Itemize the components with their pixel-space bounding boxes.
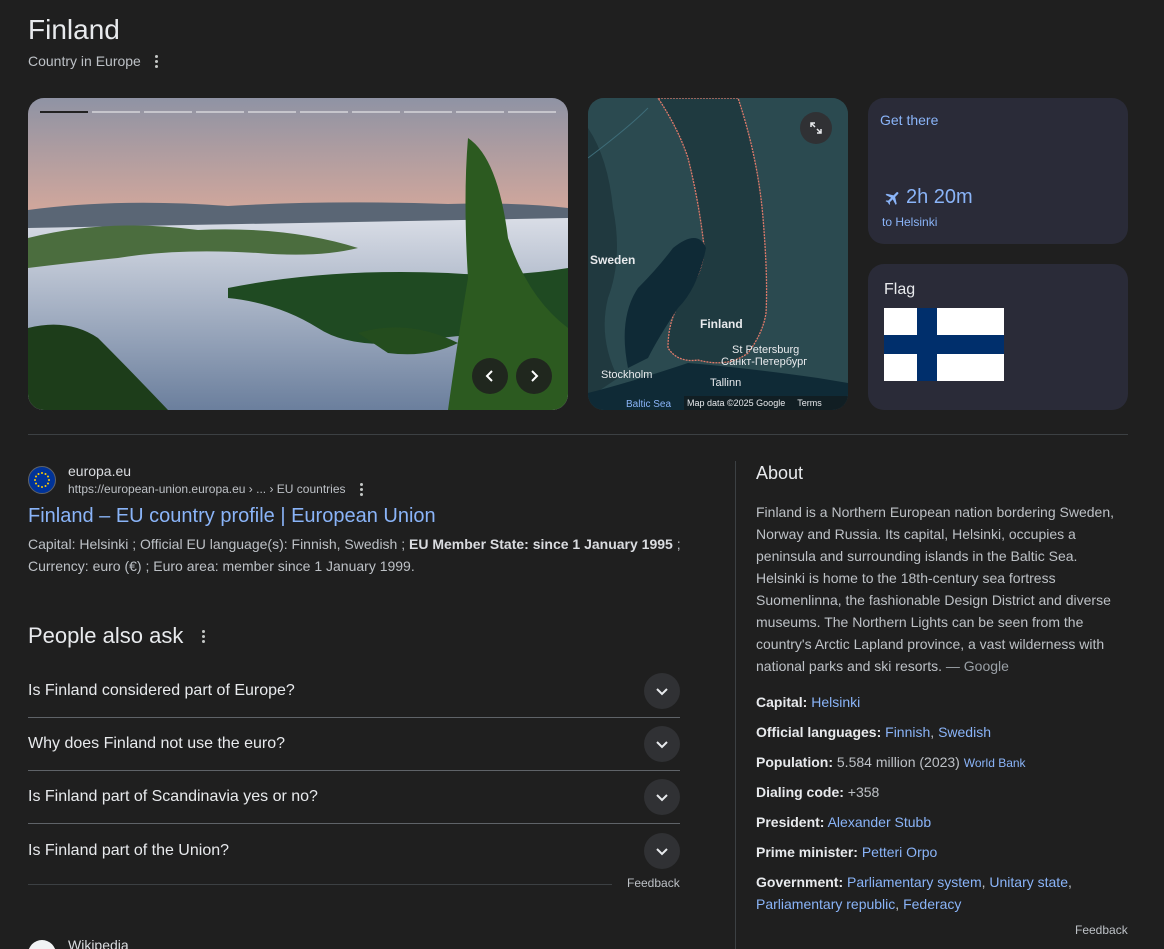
paa-question[interactable]: Is Finland part of Scandinavia yes or no…	[28, 771, 680, 824]
paa-feedback-link[interactable]: Feedback	[627, 876, 680, 890]
map-label-sweden: Sweden	[590, 253, 636, 267]
language-link[interactable]: Finnish	[885, 724, 930, 740]
map-label-baltic: Baltic Sea	[626, 399, 672, 410]
president-link[interactable]: Alexander Stubb	[828, 814, 932, 830]
paa-divider	[28, 884, 612, 885]
snippet-text: Capital: Helsinki ; Official EU language…	[28, 536, 410, 552]
paa-question[interactable]: Why does Finland not use the euro?	[28, 718, 680, 771]
map-attribution: Map data ©2025 Google Terms	[684, 396, 848, 410]
map-label-stpetersburg-ru: Санкт-Петербург	[721, 356, 808, 368]
next-image-button[interactable]	[516, 358, 552, 394]
airplane-icon	[885, 191, 899, 205]
expand-map-button[interactable]	[800, 112, 832, 144]
language-link[interactable]: Swedish	[938, 724, 991, 740]
paa-question-text: Why does Finland not use the euro?	[28, 735, 286, 752]
expand-question-button[interactable]	[644, 673, 680, 709]
result-title-link[interactable]: Finland – EU country profile | European …	[28, 505, 436, 528]
paa-question-text: Is Finland part of Scandinavia yes or no…	[28, 788, 318, 805]
carousel-progress	[40, 111, 556, 113]
fact-label: Dialing code:	[756, 784, 844, 800]
map-label-stockholm: Stockholm	[601, 369, 653, 381]
expand-icon	[810, 122, 822, 134]
fact-population: Population: 5.584 million (2023) World B…	[756, 751, 1026, 774]
result-snippet: Capital: Helsinki ; Official EU language…	[28, 533, 688, 577]
chevron-down-icon	[656, 741, 668, 749]
chevron-down-icon	[656, 794, 668, 802]
government-link[interactable]: Federacy	[903, 896, 961, 912]
fact-government: Government: Parliamentary system, Unitar…	[756, 874, 1072, 912]
paa-question-text: Is Finland part of the Union?	[28, 841, 230, 859]
chevron-down-icon	[656, 847, 668, 855]
page-title: Finland	[28, 14, 120, 45]
paa-heading: People also ask	[28, 623, 184, 648]
flag-label: Flag	[884, 281, 916, 298]
government-link[interactable]: Parliamentary republic	[756, 896, 895, 912]
finland-flag-image	[884, 308, 1004, 381]
column-divider	[735, 461, 736, 949]
fact-label: Government:	[756, 874, 844, 890]
snippet-bold: EU Member State: since 1 January 1995	[409, 536, 673, 552]
about-description: Finland is a Northern European nation bo…	[756, 501, 1124, 677]
paa-question[interactable]: Is Finland part of the Union?	[28, 824, 680, 877]
subtitle-text: Country in Europe	[28, 53, 141, 69]
map-label-stpetersburg: St Petersburg	[732, 344, 800, 356]
wikipedia-favicon-icon[interactable]	[28, 940, 56, 949]
map-terms-link[interactable]: Terms	[797, 398, 822, 408]
more-options-icon[interactable]	[151, 54, 163, 68]
eu-stars-icon	[34, 472, 50, 488]
paa-question-text: Is Finland considered part of Europe?	[28, 682, 295, 699]
paa-header: People also ask	[28, 623, 209, 649]
get-there-label: Get there	[880, 112, 939, 128]
next-result-site-name[interactable]: Wikipedia	[68, 937, 129, 949]
fact-capital: Capital: Helsinki	[756, 691, 860, 713]
prev-image-button[interactable]	[472, 358, 508, 394]
fact-label: Capital:	[756, 694, 808, 710]
expand-question-button[interactable]	[644, 832, 680, 869]
paa-question[interactable]: Is Finland considered part of Europe?	[28, 665, 680, 718]
dialing-value: +358	[847, 784, 880, 800]
about-feedback-link[interactable]: Feedback	[1075, 923, 1128, 937]
duration-text: 2h 20m	[906, 186, 973, 208]
about-description-text: Finland is a Northern European nation bo…	[756, 504, 1115, 674]
get-there-card[interactable]: Get there 2h 20m to Helsinki	[868, 98, 1128, 244]
subtitle: Country in Europe	[28, 53, 163, 69]
map-label-tallinn: Tallinn	[710, 377, 742, 389]
fact-president: President: Alexander Stubb	[756, 811, 931, 833]
population-source-link[interactable]: World Bank	[964, 756, 1026, 770]
about-heading: About	[756, 463, 804, 483]
government-link[interactable]: Unitary state	[989, 874, 1068, 890]
chevron-right-icon	[531, 370, 539, 382]
site-favicon-icon[interactable]	[28, 466, 56, 494]
map-data-credit: Map data ©2025 Google	[687, 398, 786, 408]
expand-question-button[interactable]	[644, 779, 680, 815]
flight-duration: 2h 20m	[884, 186, 973, 209]
result-url-row: https://european-union.europa.eu › ... ›…	[68, 482, 368, 496]
paa-options-icon[interactable]	[197, 629, 209, 643]
chevron-left-icon	[485, 370, 493, 382]
map-card[interactable]: Sweden Finland St Petersburg Санкт-Петер…	[588, 98, 848, 410]
fact-languages: Official languages: Finnish, Swedish	[756, 724, 991, 740]
flag-card[interactable]: Flag	[868, 264, 1128, 410]
fact-dialing: Dialing code: +358	[756, 781, 879, 803]
image-carousel[interactable]	[28, 98, 568, 410]
destination-text: to Helsinki	[882, 215, 938, 229]
fact-label: Official languages:	[756, 724, 882, 740]
fact-label: President:	[756, 814, 825, 830]
about-source[interactable]: — Google	[946, 658, 1009, 674]
fact-label: Prime minister:	[756, 844, 858, 860]
map-label-finland: Finland	[700, 317, 743, 331]
chevron-down-icon	[656, 688, 668, 696]
government-link[interactable]: Parliamentary system	[847, 874, 982, 890]
pm-link[interactable]: Petteri Orpo	[862, 844, 937, 860]
fact-label: Population:	[756, 754, 833, 770]
capital-link[interactable]: Helsinki	[811, 694, 860, 710]
population-value: 5.584 million (2023)	[836, 754, 960, 770]
result-url[interactable]: https://european-union.europa.eu › ... ›…	[68, 482, 346, 496]
expand-question-button[interactable]	[644, 726, 680, 762]
section-divider	[28, 434, 1128, 435]
fact-prime-minister: Prime minister: Petteri Orpo	[756, 841, 937, 863]
result-site-name[interactable]: europa.eu	[68, 463, 131, 479]
result-options-icon[interactable]	[356, 482, 368, 496]
